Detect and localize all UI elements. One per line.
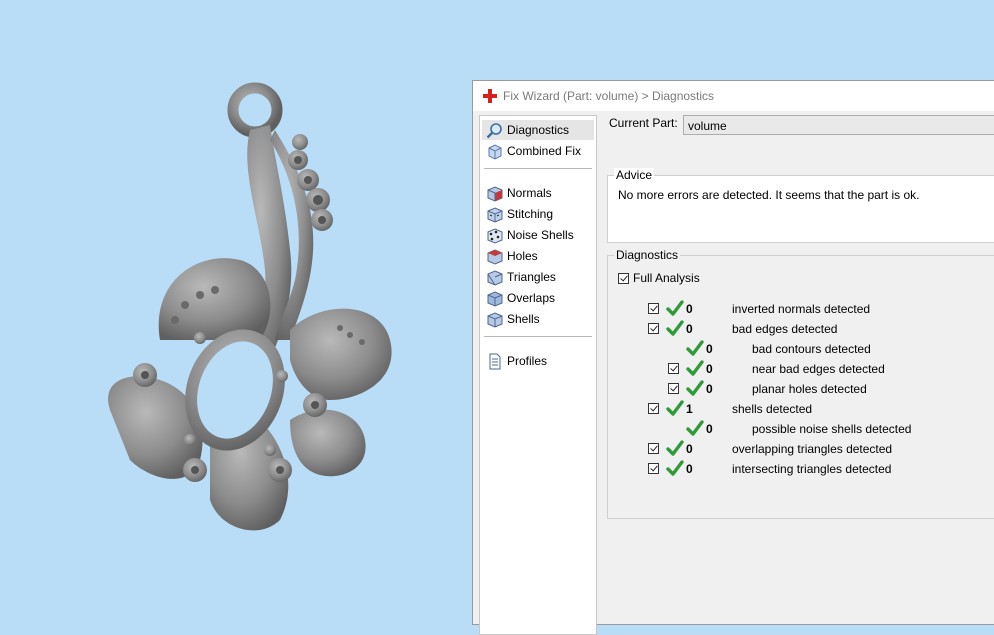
- diagnostic-row: 0 bad contours detected: [608, 340, 994, 358]
- diagnostic-label: planar holes detected: [752, 382, 867, 396]
- diagnostic-row: 0 intersecting triangles detected: [608, 460, 994, 478]
- dialog-title: Fix Wizard (Part: volume) > Diagnostics: [503, 89, 715, 103]
- nav-item-combined-fix[interactable]: Combined Fix: [482, 141, 594, 161]
- diagnostic-label: shells detected: [732, 402, 813, 416]
- diagnostic-checkbox[interactable]: [668, 383, 679, 394]
- jewelry-pendant-model[interactable]: [90, 80, 420, 550]
- full-analysis-checkbox[interactable]: [618, 272, 629, 284]
- nav-item-noise-shells[interactable]: Noise Shells: [482, 225, 594, 245]
- diagnostic-checkbox[interactable]: [648, 303, 659, 314]
- dialog-titlebar[interactable]: Fix Wizard (Part: volume) > Diagnostics: [473, 81, 994, 111]
- fix-wizard-dialog: Fix Wizard (Part: volume) > Diagnostics …: [472, 80, 994, 635]
- diagnostic-count: 0: [706, 342, 713, 356]
- full-analysis-row: Full Analysis: [618, 271, 700, 285]
- diagnostic-count: 0: [686, 442, 693, 456]
- diagnostic-checkbox[interactable]: [648, 323, 659, 334]
- diagnostic-row: 0 overlapping triangles detected: [608, 440, 994, 458]
- nav-item-normals[interactable]: Normals: [482, 183, 594, 203]
- diagnostic-label: possible noise shells detected: [752, 422, 912, 436]
- green-check-icon: [666, 440, 684, 457]
- diagnostic-count: 1: [686, 402, 693, 416]
- diagnostic-count: 0: [706, 422, 713, 436]
- diagnostics-page: Current Part: volume Advice No more erro…: [603, 115, 994, 624]
- noise-shells-icon: [487, 227, 503, 244]
- green-check-icon: [666, 460, 684, 477]
- diagnostics-title: Diagnostics: [614, 248, 681, 262]
- advice-title: Advice: [614, 168, 655, 182]
- stitching-cube-icon: [487, 206, 503, 223]
- diagnostic-row: 0 planar holes detected: [608, 380, 994, 398]
- diagnostic-label: bad edges detected: [732, 322, 838, 336]
- full-analysis-label: Full Analysis: [633, 271, 700, 285]
- advice-group: Advice No more errors are detected. It s…: [607, 168, 994, 243]
- diagnostic-row: 0 near bad edges detected: [608, 360, 994, 378]
- diagnostic-count: 0: [706, 362, 713, 376]
- green-check-icon: [666, 300, 684, 317]
- diagnostic-row: 0 inverted normals detected: [608, 300, 994, 318]
- diagnostic-count: 0: [706, 382, 713, 396]
- green-check-icon: [686, 380, 704, 397]
- normals-cube-icon: [487, 185, 503, 202]
- current-part-field[interactable]: volume: [683, 115, 994, 135]
- diagnostic-label: inverted normals detected: [732, 302, 871, 316]
- diagnostic-label: bad contours detected: [752, 342, 871, 356]
- nav-separator: [484, 168, 592, 169]
- diagnostic-checkbox[interactable]: [648, 403, 659, 414]
- diagnostics-group: Diagnostics Full Analysis 0 inverted norm…: [607, 248, 994, 519]
- overlaps-cube-icon: [487, 290, 503, 307]
- diagnostic-row: 1 shells detected: [608, 400, 994, 418]
- magnifier-icon: [486, 122, 502, 138]
- diagnostic-count: 0: [686, 322, 693, 336]
- nav-item-overlaps[interactable]: Overlaps: [482, 288, 594, 308]
- nav-item-shells[interactable]: Shells: [482, 309, 594, 329]
- nav-separator: [484, 336, 592, 337]
- nav-item-diagnostics[interactable]: Diagnostics: [482, 120, 594, 140]
- wizard-navigation: Diagnostics Combined Fix Normals Stitchi…: [479, 115, 597, 635]
- diagnostic-count: 0: [686, 302, 693, 316]
- green-check-icon: [686, 420, 704, 437]
- current-part-label: Current Part:: [609, 116, 678, 130]
- diagnostic-checkbox[interactable]: [668, 363, 679, 374]
- nav-item-holes[interactable]: Holes: [482, 246, 594, 266]
- diagnostic-checkbox[interactable]: [648, 443, 659, 454]
- diagnostic-label: intersecting triangles detected: [732, 462, 892, 476]
- medical-cross-icon: [483, 89, 497, 103]
- diagnostic-row: 0 possible noise shells detected: [608, 420, 994, 438]
- nav-item-triangles[interactable]: Triangles: [482, 267, 594, 287]
- combined-fix-icon: [488, 143, 502, 160]
- diagnostic-checkbox[interactable]: [648, 463, 659, 474]
- shells-cube-icon: [487, 311, 503, 328]
- nav-item-stitching[interactable]: Stitching: [482, 204, 594, 224]
- diagnostic-count: 0: [686, 462, 693, 476]
- green-check-icon: [666, 400, 684, 417]
- holes-cube-icon: [487, 248, 503, 265]
- advice-text: No more errors are detected. It seems th…: [618, 188, 920, 202]
- diagnostic-row: 0 bad edges detected: [608, 320, 994, 338]
- triangles-cube-icon: [487, 269, 503, 286]
- green-check-icon: [666, 320, 684, 337]
- diagnostic-label: overlapping triangles detected: [732, 442, 893, 456]
- nav-item-profiles[interactable]: Profiles: [482, 351, 594, 371]
- diagnostic-label: near bad edges detected: [752, 362, 885, 376]
- profiles-document-icon: [489, 353, 501, 369]
- green-check-icon: [686, 340, 704, 357]
- green-check-icon: [686, 360, 704, 377]
